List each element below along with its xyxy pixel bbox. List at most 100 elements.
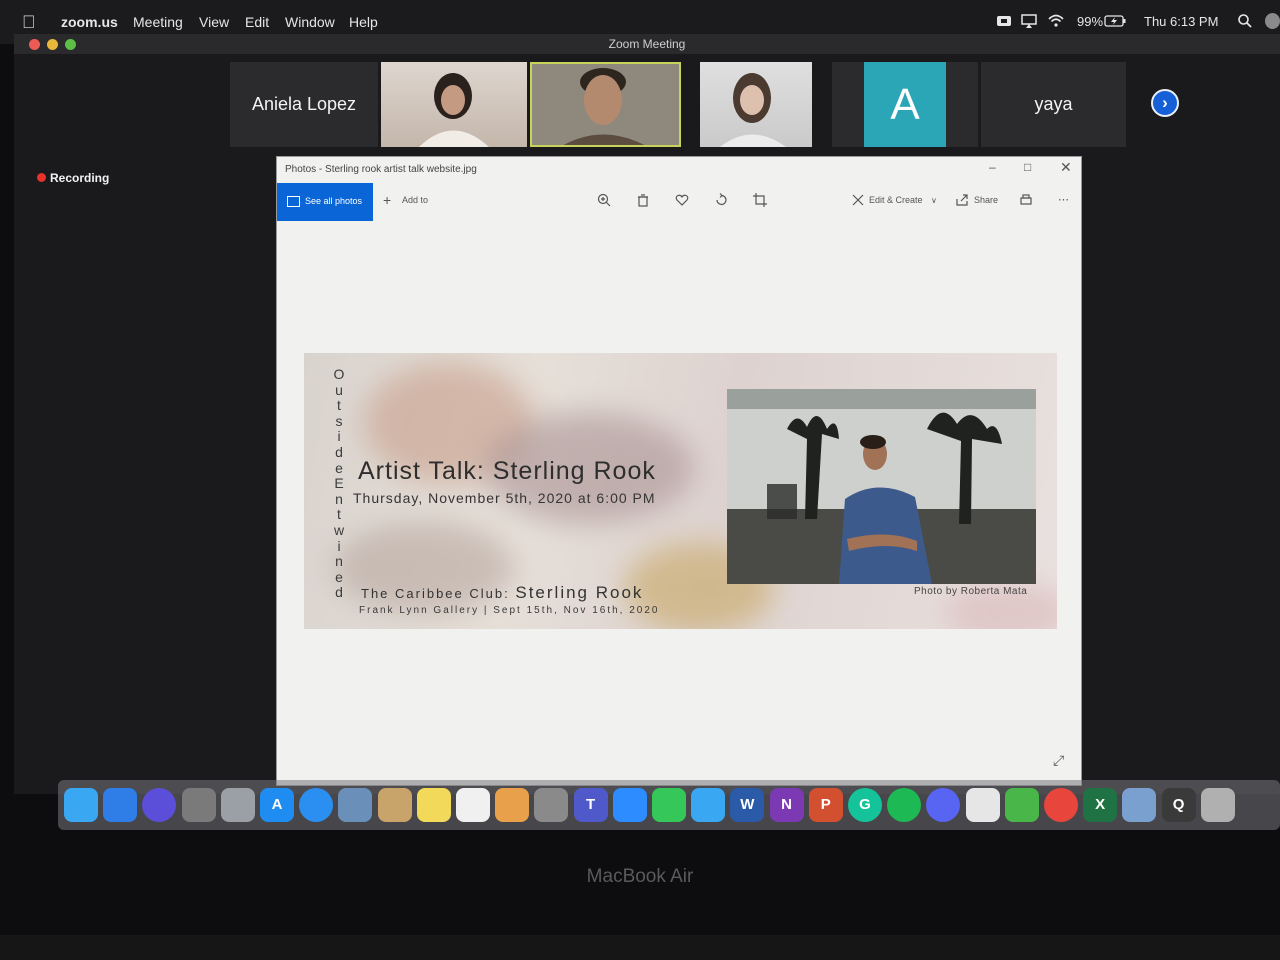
grammarly-dock-icon[interactable]: G [848,788,882,822]
vertical-title-letter: d [335,584,343,601]
photos-dock-icon[interactable] [495,788,530,822]
contacts-dock-icon[interactable] [377,788,412,822]
siri-icon[interactable] [1265,13,1280,29]
close-icon[interactable]: ✕ [1060,159,1072,176]
participant-video-image [720,73,786,147]
messages-dock-icon[interactable] [64,788,98,822]
vertical-title-letter: E [334,475,344,492]
vertical-title: OutsideEntwined [332,366,346,601]
microsoft-word-dock-icon[interactable]: W [730,788,765,822]
photos-app-window: Photos - Sterling rook artist talk websi… [276,156,1082,786]
expand-fullscreen-icon[interactable]: ⤢ [1053,752,1064,769]
microsoft-powerpoint-dock-icon[interactable]: P [808,788,843,822]
photo-gallery-icon [287,196,300,207]
edit-create-icon [852,194,864,206]
spotify-dock-icon[interactable] [887,788,922,822]
participant-video-image [419,73,489,147]
menu-help[interactable]: Help [349,14,378,30]
notes-dock-icon[interactable] [416,788,451,822]
menu-edit[interactable]: Edit [245,14,269,30]
rotate-icon[interactable] [714,193,728,207]
participant-video-1[interactable] [381,62,527,147]
vertical-title-letter: w [333,521,345,538]
launchpad-dock-icon[interactable] [220,788,255,822]
clock[interactable]: Thu 6:13 PM [1144,14,1218,29]
minimize-icon[interactable]: – [989,160,996,174]
spotlight-search-icon[interactable] [1237,13,1253,29]
vertical-title-letter: t [337,397,341,414]
dock: A T WNPG X Q [58,780,1280,830]
preview-dock-icon[interactable] [1122,788,1157,822]
roblox-dock-icon[interactable] [965,788,1000,822]
screen-share-icon[interactable] [996,13,1012,29]
add-to-button[interactable]: Add to [402,195,428,205]
app-menu-zoom[interactable]: zoom.us [61,14,118,30]
chevron-right-icon: › [1162,93,1168,112]
siri-dock-icon[interactable] [142,788,177,822]
zoom-in-icon[interactable] [597,193,611,207]
participant-tile-a[interactable]: A [832,62,978,147]
apple-menu-icon[interactable]:  [22,12,40,32]
preview-dock-icon[interactable] [338,788,373,822]
delete-icon[interactable] [636,193,650,207]
finder-dock-icon[interactable] [103,788,138,822]
poster-gallery-line: Frank Lynn Gallery | Sept 15th, Nov 16th… [359,605,660,616]
participant-tile-aniela-lopez[interactable]: Aniela Lopez [230,62,378,147]
share-icon [956,194,968,206]
battery-icon[interactable] [1104,13,1126,29]
facetime-dock-icon[interactable] [652,788,686,822]
vertical-title-letter: i [337,537,341,554]
club-artist-name: Sterling Rook [515,583,644,602]
system-preferences-dock-icon[interactable] [181,788,216,822]
vertical-title-letter: d [335,443,343,460]
microsoft-excel-dock-icon[interactable]: X [1083,788,1118,822]
photo-credit: Photo by Roberta Mata [914,586,1028,597]
more-options-icon[interactable]: ⋯ [1058,193,1069,206]
crop-icon[interactable] [753,193,767,207]
recording-label: Recording [50,171,110,185]
vertical-title-letter: u [335,381,343,398]
menu-meeting[interactable]: Meeting [133,14,183,30]
see-all-photos-button[interactable]: See all photos [277,183,373,221]
participant-video-2-active-speaker[interactable] [530,62,681,147]
print-icon[interactable] [1019,193,1033,207]
vertical-title-letter: i [337,428,341,445]
menu-view[interactable]: View [199,14,229,30]
calculator-dock-icon[interactable] [534,788,569,822]
keyboard-edge [0,935,1280,960]
airplay-icon[interactable] [1021,13,1037,29]
maximize-icon[interactable]: □ [1024,160,1031,174]
the-sims-dock-icon[interactable] [1004,788,1039,822]
participant-tile-yaya[interactable]: yaya [981,62,1126,147]
microsoft-teams-dock-icon[interactable]: T [573,788,608,822]
artist-portrait-photo [727,389,1036,584]
reminders-dock-icon[interactable] [456,788,490,822]
recording-indicator[interactable]: Recording [37,171,109,185]
see-all-photos-label: See all photos [305,196,363,206]
share-button[interactable]: Share [974,195,998,205]
menu-window[interactable]: Window [285,14,335,30]
plus-icon: + [383,192,392,208]
artist-talk-poster-image: OutsideEntwined Artist Talk: Sterling Ro… [304,353,1057,629]
microsoft-onenote-dock-icon[interactable]: N [769,788,804,822]
wifi-icon[interactable] [1048,13,1064,29]
vertical-title-letter: t [337,506,341,523]
participant-video-3[interactable] [700,62,812,147]
safari-dock-icon[interactable] [299,788,334,822]
zoom-dock-icon[interactable] [612,788,647,822]
vertical-title-letter: e [335,568,343,585]
google-chrome-dock-icon[interactable] [1044,788,1078,822]
next-participants-button[interactable]: › [1151,89,1179,117]
participant-avatar: A [864,62,946,147]
app-store-dock-icon[interactable]: A [260,788,294,822]
poster-title: Artist Talk: Sterling Rook [358,457,656,485]
participant-name: yaya [1034,94,1073,114]
favorite-heart-icon[interactable] [675,193,689,207]
discord-dock-icon[interactable] [926,788,961,822]
messages-dock-icon[interactable] [691,788,726,822]
quicktime-dock-icon[interactable]: Q [1161,788,1196,822]
edit-create-button[interactable]: Edit & Create [869,195,923,205]
artist-portrait-image [727,389,1036,584]
participant-video-image [530,62,681,147]
trash-dock-icon[interactable] [1200,788,1235,822]
